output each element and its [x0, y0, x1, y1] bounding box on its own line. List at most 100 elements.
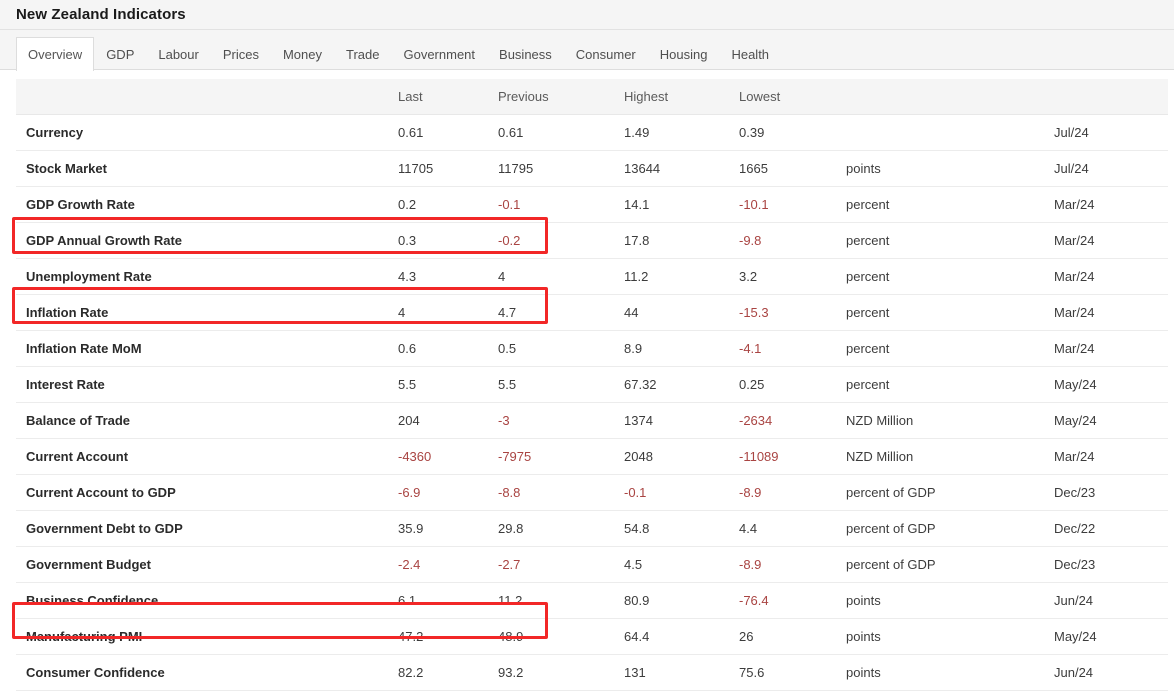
cell-lowest: 26 [739, 618, 846, 655]
cell-lowest: 4.4 [739, 510, 846, 547]
table-row[interactable]: Balance of Trade 204 -3 1374 -2634 NZD Millio… [16, 402, 1168, 439]
column-header-date[interactable] [1054, 79, 1168, 115]
cell-date: Dec/22 [1054, 510, 1168, 547]
cell-last: 204 [398, 402, 498, 439]
tab-money[interactable]: Money [271, 37, 334, 70]
tab-prices[interactable]: Prices [211, 37, 271, 70]
table-row[interactable]: Government Debt to GDP 35.9 29.8 54.8 4.4 per… [16, 510, 1168, 547]
cell-date: Mar/24 [1054, 294, 1168, 331]
table-row[interactable]: Stock Market 11705 11795 13644 1665 points Jul… [16, 150, 1168, 187]
cell-last: -6.9 [398, 474, 498, 511]
cell-unit: points [846, 582, 1054, 619]
cell-indicator-name: GDP Growth Rate [16, 186, 398, 223]
cell-indicator-name: Business Confidence [16, 582, 398, 619]
cell-previous: 93.2 [498, 654, 624, 691]
cell-last: 4.3 [398, 258, 498, 295]
page-title: New Zealand Indicators [16, 6, 186, 23]
cell-date: May/24 [1054, 366, 1168, 403]
cell-last: 11705 [398, 150, 498, 187]
column-header-previous[interactable]: Previous [498, 79, 624, 115]
cell-previous: 4 [498, 258, 624, 295]
cell-unit: percent [846, 294, 1054, 331]
cell-previous: 11795 [498, 150, 624, 187]
table-row[interactable]: Currency 0.61 0.61 1.49 0.39 Jul/24 [16, 114, 1168, 151]
table-row[interactable]: Current Account -4360 -7975 2048 -11089 NZD M… [16, 438, 1168, 475]
table-row[interactable]: Inflation Rate 4 4.7 44 -15.3 percent Mar/24 [16, 294, 1168, 331]
cell-indicator-name: Balance of Trade [16, 402, 398, 439]
table-row[interactable]: Consumer Confidence 82.2 93.2 131 75.6 points… [16, 654, 1168, 691]
cell-indicator-name: Inflation Rate MoM [16, 330, 398, 367]
cell-unit: percent of GDP [846, 510, 1054, 547]
cell-lowest: -10.1 [739, 186, 846, 223]
cell-highest: 1374 [624, 402, 739, 439]
cell-indicator-name: Consumer Confidence [16, 654, 398, 691]
cell-previous: 11.2 [498, 582, 624, 619]
cell-date: May/24 [1054, 618, 1168, 655]
cell-highest: 2048 [624, 438, 739, 475]
table-body: Currency 0.61 0.61 1.49 0.39 Jul/24 Stock Mark… [16, 114, 1168, 691]
cell-indicator-name: Current Account [16, 438, 398, 475]
tab-gdp[interactable]: GDP [94, 37, 146, 70]
cell-highest: 8.9 [624, 330, 739, 367]
cell-date: Dec/23 [1054, 474, 1168, 511]
tab-business[interactable]: Business [487, 37, 564, 70]
table-row[interactable]: Government Budget -2.4 -2.7 4.5 -8.9 percent … [16, 546, 1168, 583]
table-row[interactable]: GDP Growth Rate 0.2 -0.1 14.1 -10.1 percent Ma… [16, 186, 1168, 223]
cell-previous: -3 [498, 402, 624, 439]
cell-highest: 13644 [624, 150, 739, 187]
cell-unit: percent of GDP [846, 474, 1054, 511]
table-row[interactable]: Interest Rate 5.5 5.5 67.32 0.25 percent May/2… [16, 366, 1168, 403]
table-header-row: Last Previous Highest Lowest [16, 79, 1168, 115]
table-row[interactable]: Inflation Rate MoM 0.6 0.5 8.9 -4.1 percent Ma… [16, 330, 1168, 367]
column-header-indicator[interactable] [16, 79, 398, 115]
cell-last: -2.4 [398, 546, 498, 583]
cell-indicator-name: GDP Annual Growth Rate [16, 222, 398, 259]
cell-previous: -0.2 [498, 222, 624, 259]
cell-date: May/24 [1054, 402, 1168, 439]
cell-previous: 5.5 [498, 366, 624, 403]
app-title-bar: New Zealand Indicators [0, 0, 1174, 30]
cell-last: 4 [398, 294, 498, 331]
cell-date: Mar/24 [1054, 258, 1168, 295]
tab-trade[interactable]: Trade [334, 37, 391, 70]
column-header-highest[interactable]: Highest [624, 79, 739, 115]
cell-indicator-name: Currency [16, 114, 398, 151]
cell-previous: -2.7 [498, 546, 624, 583]
cell-date: Mar/24 [1054, 222, 1168, 259]
table-row[interactable]: Business Confidence 6.1 11.2 80.9 -76.4 point… [16, 582, 1168, 619]
cell-indicator-name: Stock Market [16, 150, 398, 187]
tab-labour[interactable]: Labour [146, 37, 210, 70]
cell-previous: 29.8 [498, 510, 624, 547]
table-row[interactable]: Unemployment Rate 4.3 4 11.2 3.2 percent Mar/2… [16, 258, 1168, 295]
cell-lowest: 1665 [739, 150, 846, 187]
tab-overview[interactable]: Overview [16, 37, 95, 71]
cell-last: 6.1 [398, 582, 498, 619]
column-header-last[interactable]: Last [398, 79, 498, 115]
tab-housing[interactable]: Housing [648, 37, 720, 70]
table-row[interactable]: GDP Annual Growth Rate 0.3 -0.2 17.8 -9.8 per… [16, 222, 1168, 259]
cell-unit: percent [846, 366, 1054, 403]
cell-lowest: -15.3 [739, 294, 846, 331]
cell-date: Jul/24 [1054, 150, 1168, 187]
column-header-lowest[interactable]: Lowest [739, 79, 846, 115]
cell-unit: percent [846, 258, 1054, 295]
cell-previous: 0.5 [498, 330, 624, 367]
cell-highest: 11.2 [624, 258, 739, 295]
table-header: Last Previous Highest Lowest [16, 79, 1168, 115]
cell-last: -4360 [398, 438, 498, 475]
tab-health[interactable]: Health [719, 37, 781, 70]
tab-government[interactable]: Government [391, 37, 487, 70]
cell-indicator-name: Unemployment Rate [16, 258, 398, 295]
cell-last: 0.2 [398, 186, 498, 223]
cell-date: Mar/24 [1054, 330, 1168, 367]
cell-lowest: -2634 [739, 402, 846, 439]
cell-unit: NZD Million [846, 438, 1054, 475]
cell-indicator-name: Government Debt to GDP [16, 510, 398, 547]
table-row[interactable]: Manufacturing PMI 47.2 48.9 64.4 26 points May… [16, 618, 1168, 655]
column-header-unit[interactable] [846, 79, 1054, 115]
tab-consumer[interactable]: Consumer [564, 37, 648, 70]
cell-last: 5.5 [398, 366, 498, 403]
cell-lowest: 75.6 [739, 654, 846, 691]
cell-last: 35.9 [398, 510, 498, 547]
table-row[interactable]: Current Account to GDP -6.9 -8.8 -0.1 -8.9 pe… [16, 474, 1168, 511]
